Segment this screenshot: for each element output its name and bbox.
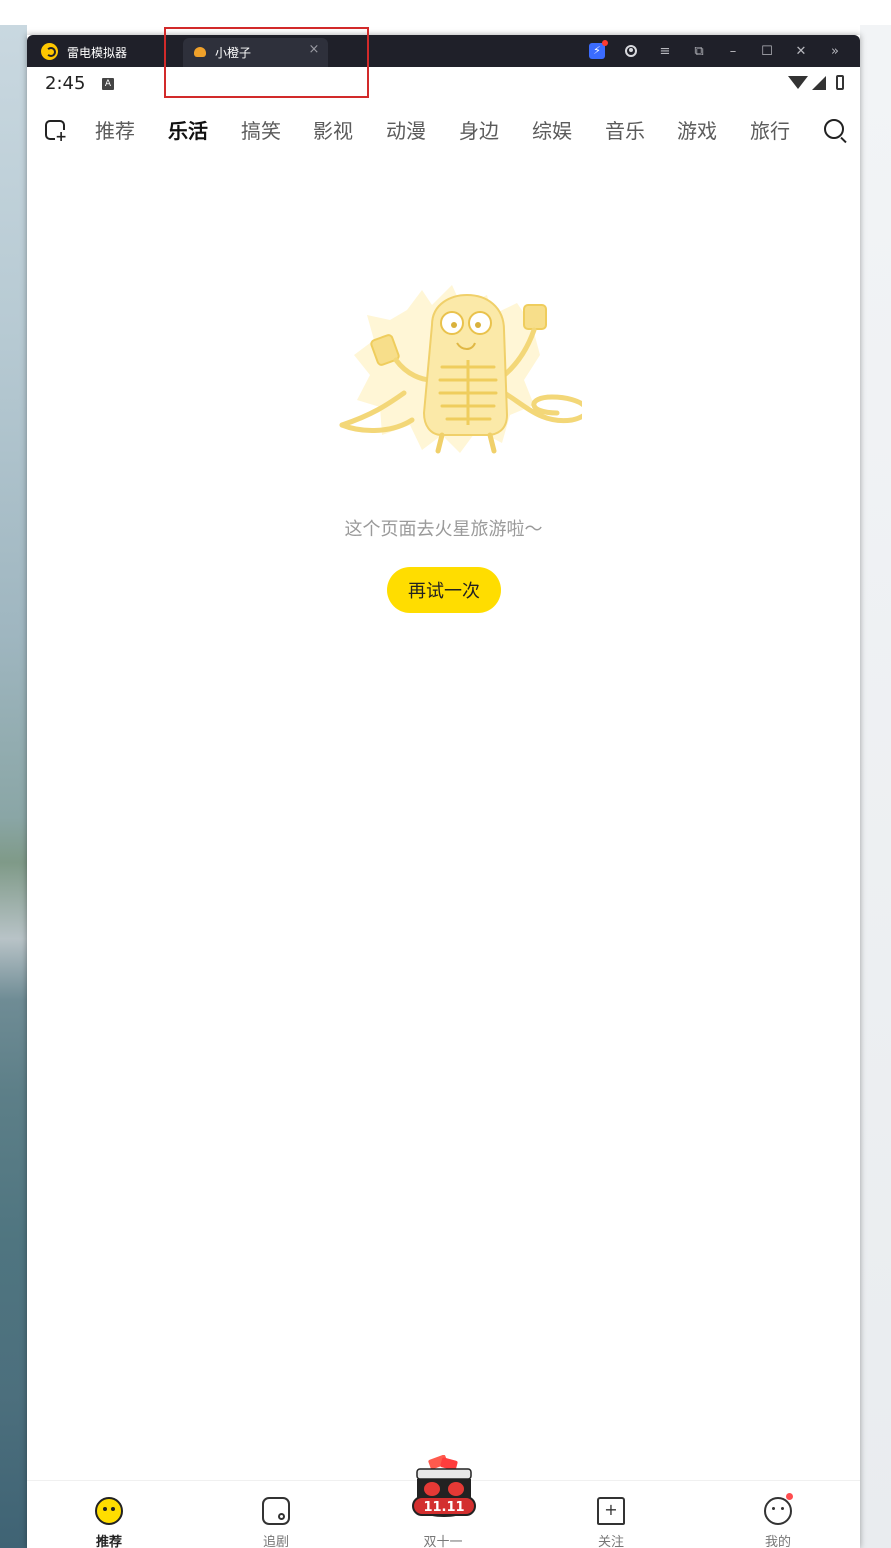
bottom-nav-label: 双十一 bbox=[423, 1535, 463, 1548]
category-tab-1[interactable]: 乐活 bbox=[168, 115, 208, 146]
window-controls: ⚡ ≡ ⧉ – ☐ ✕ » bbox=[580, 35, 852, 67]
emulator-titlebar: 雷电模拟器 小橙子 × ⚡ ≡ ⧉ – ☐ ✕ » bbox=[27, 35, 860, 67]
drama-icon bbox=[262, 1497, 290, 1525]
signal-icon bbox=[812, 75, 826, 90]
battery-icon bbox=[836, 75, 844, 90]
double-eleven-icon[interactable]: 11.11 bbox=[411, 1455, 477, 1521]
category-tab-label-active: 乐活 bbox=[168, 119, 208, 143]
category-tab-8[interactable]: 游戏 bbox=[677, 115, 717, 144]
bottom-nav-follow[interactable]: 关注 bbox=[551, 1481, 671, 1548]
follow-icon bbox=[597, 1497, 625, 1525]
category-tab-5[interactable]: 身边 bbox=[459, 115, 499, 144]
bottom-nav-label: 推荐 bbox=[95, 1535, 122, 1548]
minimize-button[interactable]: – bbox=[716, 35, 750, 67]
promo-text: 11.11 bbox=[423, 1500, 464, 1515]
desktop-wallpaper-left bbox=[0, 25, 27, 1548]
maximize-button[interactable]: ☐ bbox=[750, 35, 784, 67]
category-tab-3[interactable]: 影视 bbox=[313, 115, 353, 144]
annotation-highlight-box bbox=[164, 27, 369, 98]
error-message: 这个页面去火星旅游啦〜 bbox=[344, 519, 543, 540]
profile-icon bbox=[764, 1497, 792, 1525]
wifi-icon bbox=[788, 76, 808, 89]
account-button[interactable] bbox=[614, 35, 648, 67]
error-illustration bbox=[339, 285, 582, 454]
retry-button[interactable]: 再试一次 bbox=[387, 567, 501, 613]
add-category-icon[interactable] bbox=[45, 120, 68, 144]
status-icons bbox=[788, 75, 844, 90]
bottom-nav-label: 关注 bbox=[597, 1535, 624, 1548]
category-tab-2[interactable]: 搞笑 bbox=[241, 115, 281, 144]
keyboard-a-icon: A bbox=[102, 78, 114, 90]
category-nav: 推荐 乐活 搞笑 影视 动漫 身边 综娱 音乐 游戏 旅行 bbox=[27, 101, 860, 163]
bottom-nav: 推荐 追剧 双十一 11.11 关注 我的 bbox=[27, 1455, 860, 1548]
search-icon[interactable] bbox=[824, 119, 844, 139]
boost-icon: ⚡ bbox=[589, 40, 608, 59]
bottom-nav-label: 追剧 bbox=[262, 1535, 289, 1548]
category-tab-0[interactable]: 推荐 bbox=[95, 115, 135, 144]
emulator-logo-icon bbox=[41, 43, 58, 60]
category-tab-9[interactable]: 旅行 bbox=[750, 115, 790, 144]
desktop-wallpaper-right bbox=[860, 25, 891, 1548]
emulator-window: 雷电模拟器 小橙子 × ⚡ ≡ ⧉ – ☐ ✕ » 2:45 A + 推荐 乐活… bbox=[27, 35, 860, 1548]
status-time: 2:45 bbox=[45, 73, 86, 94]
category-tab-4[interactable]: 动漫 bbox=[386, 115, 426, 144]
sync-button[interactable]: ⧉ bbox=[682, 35, 716, 67]
android-statusbar: 2:45 A bbox=[27, 67, 860, 101]
bottom-nav-label: 我的 bbox=[764, 1535, 791, 1548]
category-tab-7[interactable]: 音乐 bbox=[605, 115, 645, 144]
notification-dot bbox=[786, 1493, 793, 1500]
account-icon bbox=[625, 45, 637, 57]
expand-sidebar-button[interactable]: » bbox=[818, 35, 852, 67]
bottom-nav-recommend[interactable]: 推荐 bbox=[49, 1481, 169, 1548]
bottom-nav-drama[interactable]: 追剧 bbox=[216, 1481, 336, 1548]
smile-icon bbox=[95, 1497, 123, 1525]
bottom-nav-profile[interactable]: 我的 bbox=[718, 1481, 838, 1548]
close-button[interactable]: ✕ bbox=[784, 35, 818, 67]
emulator-app-name: 雷电模拟器 bbox=[67, 46, 128, 60]
category-tab-6[interactable]: 综娱 bbox=[532, 115, 572, 144]
menu-button[interactable]: ≡ bbox=[648, 35, 682, 67]
boost-button[interactable]: ⚡ bbox=[580, 35, 614, 67]
